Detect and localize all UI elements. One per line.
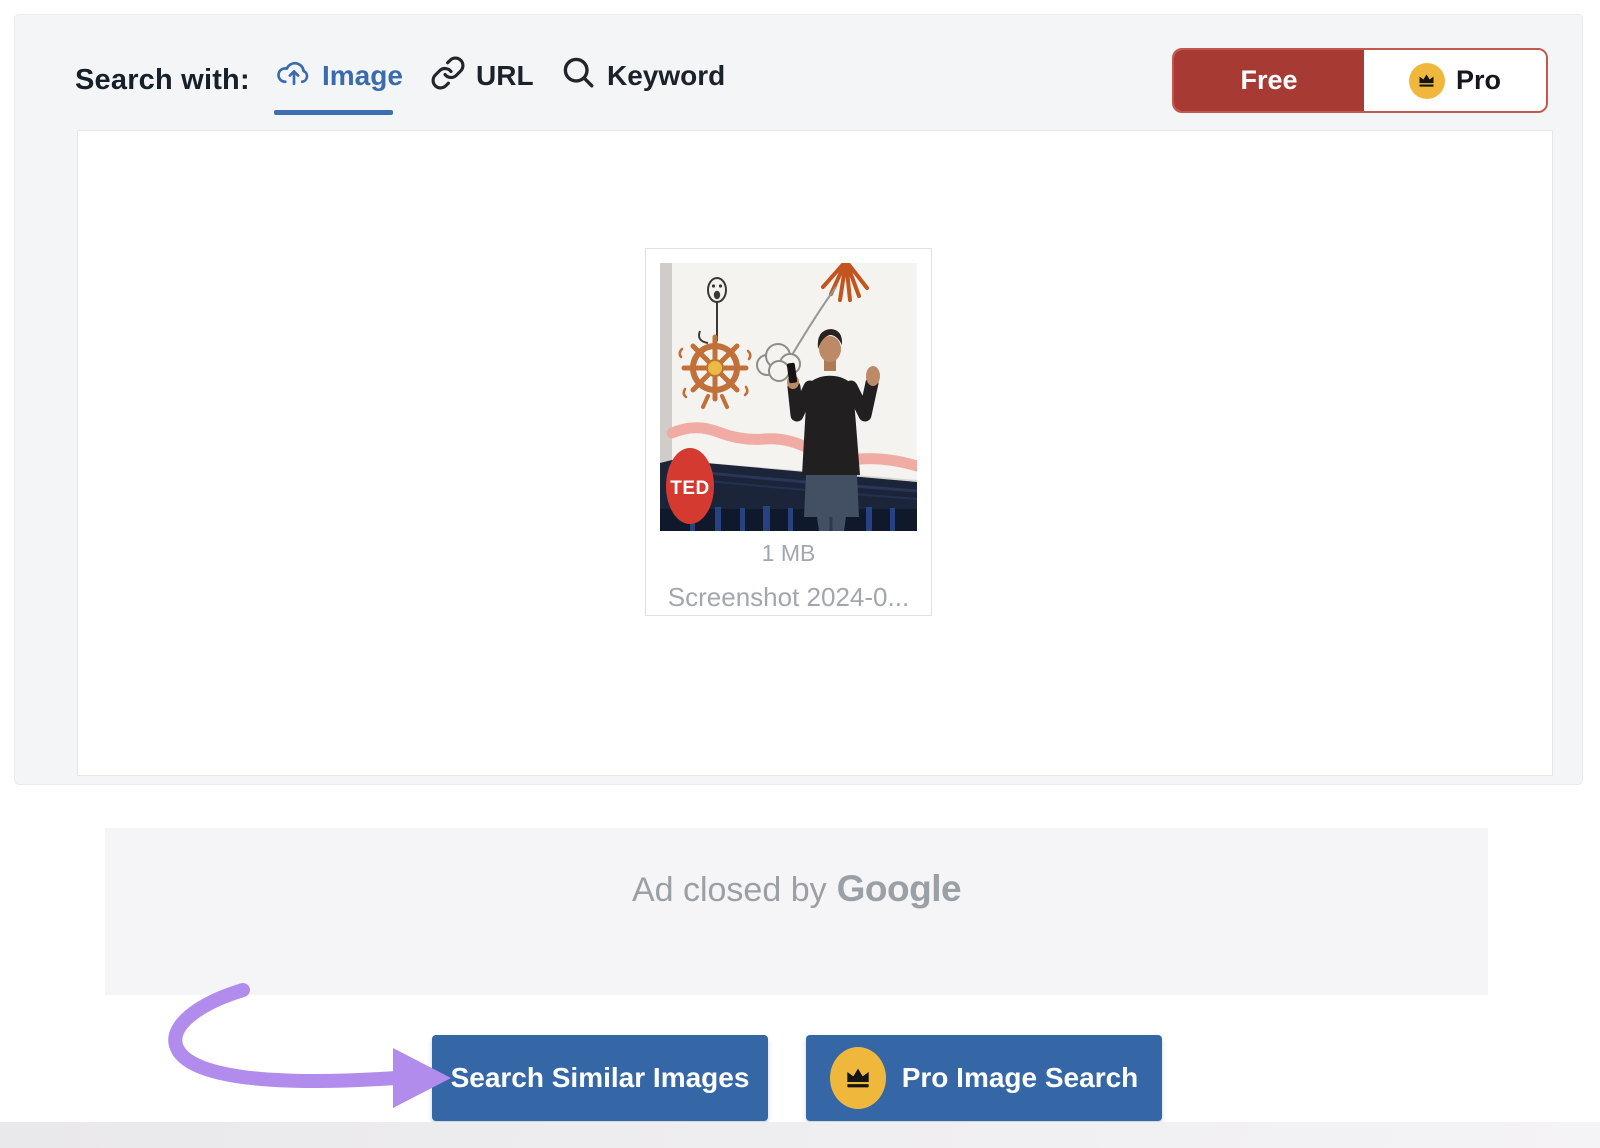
search-icon xyxy=(560,54,597,98)
pro-toggle-button[interactable]: Pro xyxy=(1364,50,1546,111)
ad-closed-text: Ad closed by Google xyxy=(632,868,961,910)
bottom-edge-strip xyxy=(0,1122,1600,1148)
active-tab-underline xyxy=(274,110,393,115)
plan-toggle: Free Pro xyxy=(1172,48,1548,113)
tab-keyword[interactable]: Keyword xyxy=(560,53,725,99)
crown-icon xyxy=(1409,63,1445,99)
cloud-upload-icon xyxy=(275,54,312,98)
ted-logo: TED xyxy=(666,448,714,524)
search-similar-images-button[interactable]: Search Similar Images xyxy=(432,1035,768,1121)
pro-image-search-button[interactable]: Pro Image Search xyxy=(806,1035,1162,1121)
file-size: 1 MB xyxy=(646,540,931,567)
tab-url[interactable]: URL xyxy=(430,53,534,99)
search-similar-images-label: Search Similar Images xyxy=(451,1062,750,1094)
uploaded-file-card: TED 1 MB Screenshot 2024-0... xyxy=(645,248,932,616)
search-with-label: Search with: xyxy=(75,64,250,97)
ad-closed-prefix: Ad closed by xyxy=(632,871,827,909)
link-icon xyxy=(430,55,466,98)
crown-icon xyxy=(830,1047,886,1109)
tab-keyword-label: Keyword xyxy=(607,60,725,92)
free-label: Free xyxy=(1240,65,1297,96)
uploaded-image-thumbnail: TED xyxy=(660,263,917,531)
tab-image-label: Image xyxy=(322,60,403,92)
pro-image-search-label: Pro Image Search xyxy=(902,1062,1139,1094)
file-name: Screenshot 2024-0... xyxy=(646,582,931,613)
tab-url-label: URL xyxy=(476,60,534,92)
pro-label: Pro xyxy=(1456,65,1501,96)
free-toggle-button[interactable]: Free xyxy=(1174,50,1364,111)
svg-text:TED: TED xyxy=(670,478,710,499)
google-logo-text: Google xyxy=(837,868,961,909)
ad-banner: Ad closed by Google xyxy=(105,828,1488,995)
tab-image[interactable]: Image xyxy=(275,53,403,99)
